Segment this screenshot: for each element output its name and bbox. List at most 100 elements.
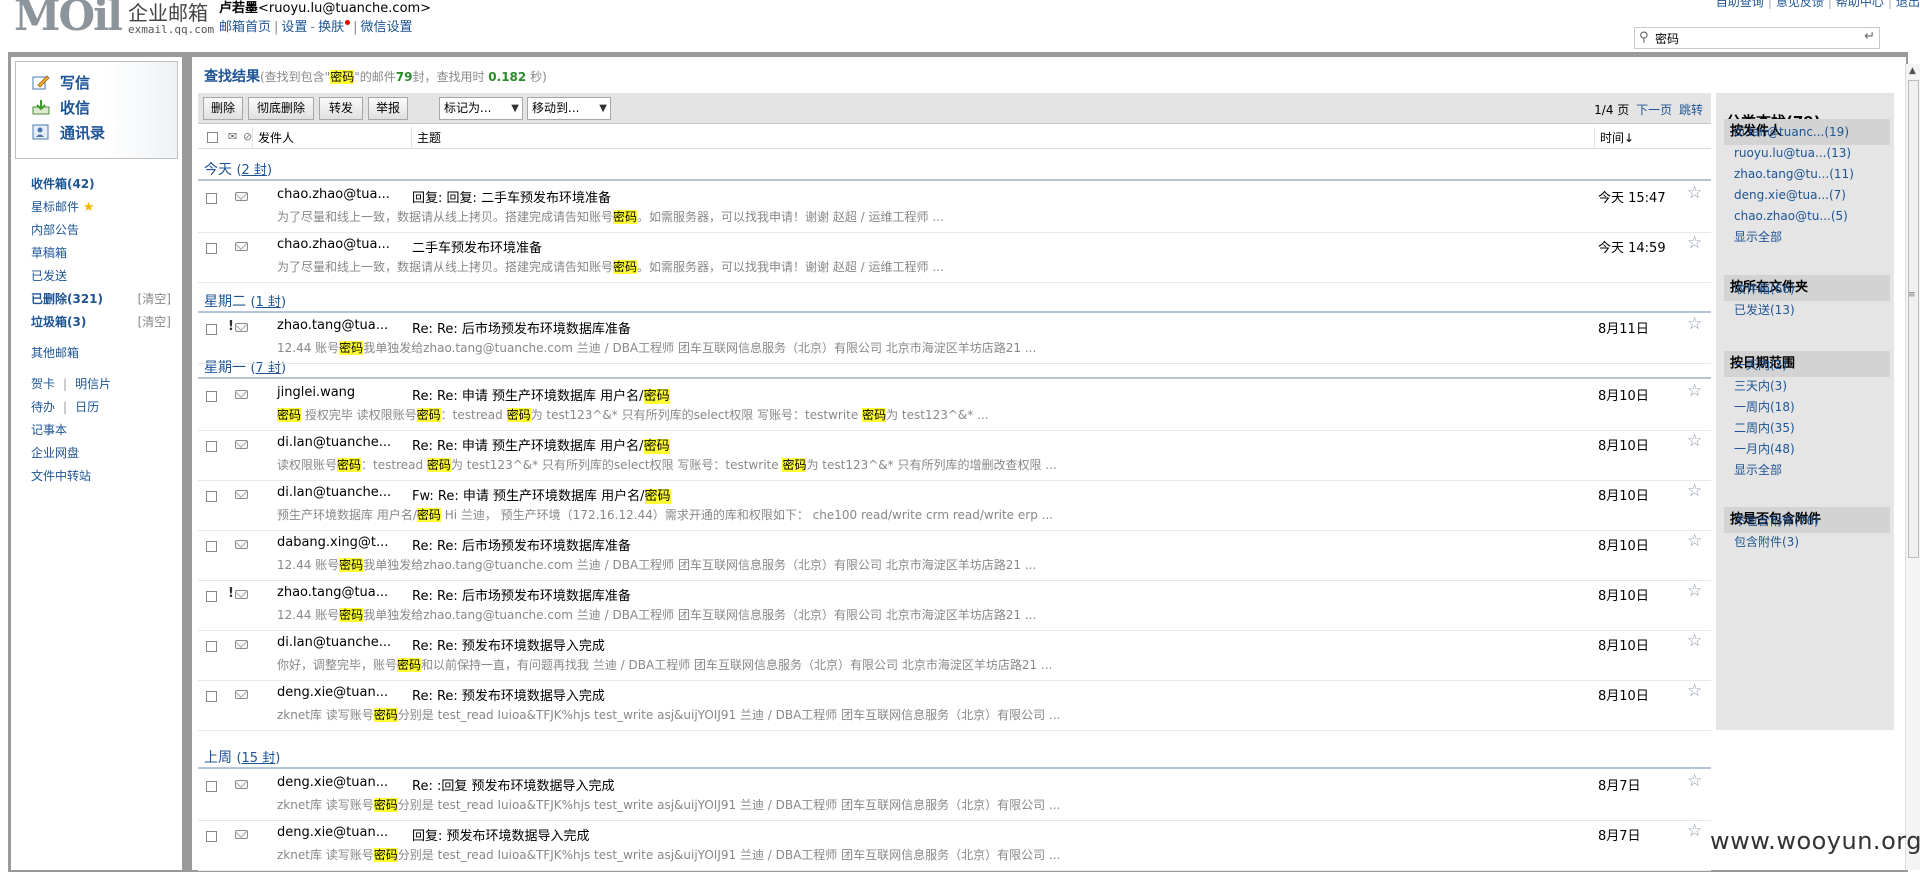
category-filter-link[interactable]: ruoyu.lu@tua...(13) <box>1734 145 1851 161</box>
tool-greeting-card[interactable]: 贺卡 <box>31 377 55 391</box>
folder-inbox[interactable]: 收件箱(42) <box>31 173 181 196</box>
tool-calendar[interactable]: 日历 <box>75 400 99 414</box>
email-row[interactable]: di.lan@tuanche... Re: Re: 预发布环境数据导入完成 你好，调… <box>198 631 1711 681</box>
folder-spam[interactable]: 垃圾箱(3) [清空] <box>31 311 181 334</box>
clear-deleted-link[interactable]: [清空] <box>138 288 171 311</box>
nav-settings[interactable]: 设置 <box>281 20 307 35</box>
email-row[interactable]: di.lan@tuanche... Re: Re: 申请 预生产环境数据库 用户名… <box>198 431 1711 481</box>
group-count-link[interactable]: 1 封 <box>256 295 281 310</box>
star-icon[interactable]: ☆ <box>1687 681 1702 701</box>
scroll-up-icon[interactable]: ▲ <box>1909 66 1916 76</box>
email-checkbox[interactable] <box>206 243 217 254</box>
email-checkbox[interactable] <box>206 591 217 602</box>
nav-wechat-settings[interactable]: 微信设置 <box>361 20 413 35</box>
email-checkbox[interactable] <box>206 831 217 842</box>
star-icon[interactable]: ☆ <box>1687 821 1702 841</box>
search-input[interactable] <box>1655 30 1855 46</box>
category-filter-link[interactable]: 已发送(13) <box>1734 302 1795 318</box>
email-row[interactable]: di.lan@tuanche... Fw: Re: 申请 预生产环境数据库 用户名… <box>198 481 1711 531</box>
email-checkbox[interactable] <box>206 193 217 204</box>
group-count-link[interactable]: 2 封 <box>242 163 267 178</box>
star-icon[interactable]: ☆ <box>1687 381 1702 401</box>
select-all-checkbox[interactable] <box>207 132 218 143</box>
email-checkbox[interactable] <box>206 541 217 552</box>
star-icon[interactable]: ☆ <box>1687 531 1702 551</box>
star-icon[interactable]: ☆ <box>1687 771 1702 791</box>
search-icon[interactable]: ⚲ <box>1639 30 1649 45</box>
tool-netdisk[interactable]: 企业网盘 <box>31 442 181 465</box>
compose-button[interactable]: 写信 <box>32 72 90 94</box>
column-time[interactable]: 时间↓ <box>1594 127 1711 149</box>
forward-button[interactable]: 转发 <box>319 97 363 120</box>
star-icon[interactable]: ☆ <box>1687 183 1702 203</box>
category-filter-link[interactable]: 收件箱(66) <box>1734 281 1795 297</box>
email-checkbox[interactable] <box>206 781 217 792</box>
star-icon[interactable]: ☆ <box>1687 431 1702 451</box>
jump-link[interactable]: 跳转 <box>1679 103 1703 117</box>
folder-starred[interactable]: 星标邮件 ★ <box>31 196 181 219</box>
star-icon[interactable]: ☆ <box>1687 631 1702 651</box>
email-checkbox[interactable] <box>206 324 217 335</box>
link-help[interactable]: 帮助中心 <box>1836 0 1884 9</box>
email-row[interactable]: ! zhao.tang@tua... Re: Re: 后市场预发布环境数据库准备 12… <box>198 314 1711 364</box>
email-row[interactable]: deng.xie@tuan... 回复: 预发布环境数据导入完成 zknet库 读写… <box>198 821 1711 871</box>
scrollbar-thumb[interactable] <box>1908 80 1919 558</box>
category-filter-link[interactable]: 三天内(3) <box>1734 378 1787 394</box>
delete-button[interactable]: 删除 <box>203 97 243 120</box>
link-self-service[interactable]: 自助查询 <box>1716 0 1764 9</box>
enter-icon[interactable]: ↵ <box>1864 29 1875 44</box>
folder-announcements[interactable]: 内部公告 <box>31 219 181 242</box>
email-checkbox[interactable] <box>206 441 217 452</box>
link-logout[interactable]: 退出 <box>1896 0 1920 9</box>
contacts-button[interactable]: 通讯录 <box>32 122 105 144</box>
column-subject[interactable]: 主题 <box>411 127 1594 149</box>
nav-skin[interactable]: 换肤 <box>318 20 344 35</box>
tool-todo[interactable]: 待办 <box>31 400 55 414</box>
email-row[interactable]: ! zhao.tang@tua... Re: Re: 后市场预发布环境数据库准备 12… <box>198 581 1711 631</box>
category-filter-link[interactable]: 一天内(2) <box>1734 357 1787 373</box>
category-filter-link[interactable]: deng.xie@tua...(7) <box>1734 187 1846 203</box>
email-row[interactable]: chao.zhao@tua... 二手车预发布环境准备 为了尽量和线上一致，数据请从… <box>198 233 1711 283</box>
star-icon[interactable]: ☆ <box>1687 581 1702 601</box>
report-button[interactable]: 举报 <box>368 97 408 120</box>
move-to-select[interactable]: 移动到... ▼ <box>527 97 611 120</box>
email-checkbox[interactable] <box>206 391 217 402</box>
star-icon[interactable]: ☆ <box>1687 233 1702 253</box>
email-checkbox[interactable] <box>206 691 217 702</box>
star-icon[interactable]: ☆ <box>1687 481 1702 501</box>
tool-notepad[interactable]: 记事本 <box>31 419 181 442</box>
category-filter-link[interactable]: 一月内(48) <box>1734 441 1795 457</box>
column-sender[interactable]: 发件人 <box>252 127 411 149</box>
category-filter-link[interactable]: 包含附件(3) <box>1734 534 1799 550</box>
category-filter-link[interactable]: 一周内(18) <box>1734 399 1795 415</box>
category-filter-link[interactable]: 二周内(35) <box>1734 420 1795 436</box>
tool-file-transfer[interactable]: 文件中转站 <box>31 465 181 488</box>
mark-as-select[interactable]: 标记为... ▼ <box>439 97 523 120</box>
nav-mail-home[interactable]: 邮箱首页 <box>219 20 271 35</box>
email-row[interactable]: dabang.xing@t... Re: Re: 后市场预发布环境数据库准备 12.… <box>198 531 1711 581</box>
category-filter-link[interactable]: zhao.tang@tu...(11) <box>1734 166 1854 182</box>
scrollbar[interactable]: ▲ ≡ <box>1905 64 1920 870</box>
next-page-link[interactable]: 下一页 <box>1636 103 1672 117</box>
link-feedback[interactable]: 意见反馈 <box>1776 0 1824 9</box>
category-filter-link[interactable]: chao.zhao@tu...(5) <box>1734 208 1848 224</box>
clear-spam-link[interactable]: [清空] <box>138 311 171 334</box>
star-icon[interactable]: ☆ <box>1687 314 1702 334</box>
permanent-delete-button[interactable]: 彻底删除 <box>248 97 314 120</box>
email-row[interactable]: jinglei.wang Re: Re: 申请 预生产环境数据库 用户名/密码 密码… <box>198 381 1711 431</box>
category-filter-link[interactable]: di.lan@tuanc...(19) <box>1734 124 1849 140</box>
other-mailboxes[interactable]: 其他邮箱 <box>31 342 181 365</box>
folder-drafts[interactable]: 草稿箱 <box>31 242 181 265</box>
receive-button[interactable]: 收信 <box>32 97 90 119</box>
email-row[interactable]: deng.xie@tuan... Re: :回复 预发布环境数据导入完成 zknet… <box>198 771 1711 821</box>
category-filter-link[interactable]: 显示全部 <box>1734 462 1782 478</box>
category-filter-link[interactable]: 不包含附件(76) <box>1734 513 1819 529</box>
email-row[interactable]: chao.zhao@tua... 回复: 回复: 二手车预发布环境准备 为了尽量和线… <box>198 183 1711 233</box>
email-row[interactable]: deng.xie@tuan... Re: Re: 预发布环境数据导入完成 zknet… <box>198 681 1711 731</box>
folder-sent[interactable]: 已发送 <box>31 265 181 288</box>
email-checkbox[interactable] <box>206 641 217 652</box>
folder-deleted[interactable]: 已删除(321) [清空] <box>31 288 181 311</box>
category-filter-link[interactable]: 显示全部 <box>1734 229 1782 245</box>
email-checkbox[interactable] <box>206 491 217 502</box>
group-count-link[interactable]: 15 封 <box>242 751 276 766</box>
